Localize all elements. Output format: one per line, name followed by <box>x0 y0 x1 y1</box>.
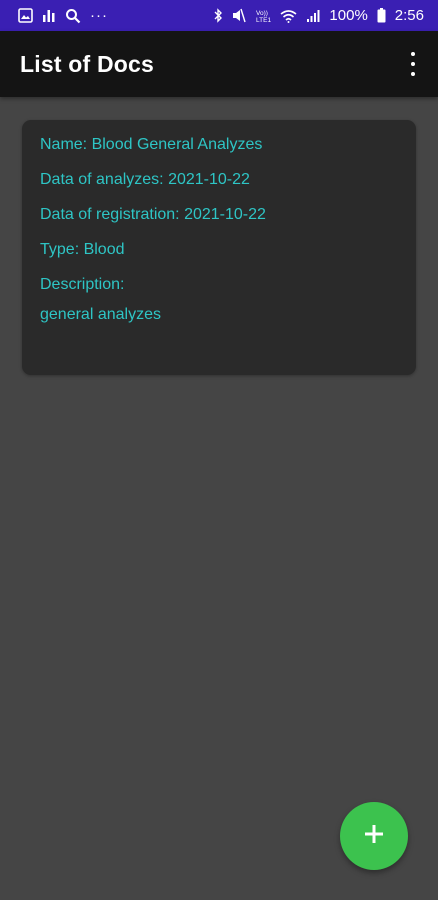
svg-text:LTE1: LTE1 <box>256 17 271 23</box>
svg-text:Vo)): Vo)) <box>256 10 268 17</box>
bluetooth-icon <box>213 8 223 23</box>
chart-icon <box>42 8 56 23</box>
plus-icon <box>363 823 385 850</box>
status-bar-right: Vo)) LTE1 100% 2:56 <box>213 7 424 24</box>
status-bar-left: ··· <box>18 7 108 24</box>
signal-icon <box>306 9 320 23</box>
status-bar: ··· Vo)) LTE1 100% 2:56 <box>0 0 438 31</box>
doc-type: Type: Blood <box>40 241 125 258</box>
doc-name: Name: Blood General Analyzes <box>40 136 263 153</box>
gallery-icon <box>18 8 33 23</box>
mute-icon <box>232 8 247 23</box>
overflow-menu-icon[interactable] <box>408 52 418 76</box>
battery-icon <box>377 8 386 23</box>
doc-data-of-registration: Data of registration: 2021-10-22 <box>40 206 266 223</box>
wifi-icon <box>280 9 297 23</box>
page-title: List of Docs <box>20 50 155 77</box>
doc-data-of-analyzes: Data of analyzes: 2021-10-22 <box>40 171 250 188</box>
doc-description-label: Description: <box>40 276 125 293</box>
app-bar: List of Docs <box>0 31 438 97</box>
doc-card[interactable]: Name: Blood General Analyzes Data of ana… <box>22 120 416 375</box>
clock: 2:56 <box>394 7 424 24</box>
battery-percent: 100% <box>329 7 368 24</box>
search-icon <box>65 8 81 24</box>
add-doc-button[interactable] <box>340 802 408 870</box>
more-notifications-icon: ··· <box>90 7 108 24</box>
volte-icon: Vo)) LTE1 <box>255 8 271 23</box>
doc-description-value: general analyzes <box>40 306 161 323</box>
